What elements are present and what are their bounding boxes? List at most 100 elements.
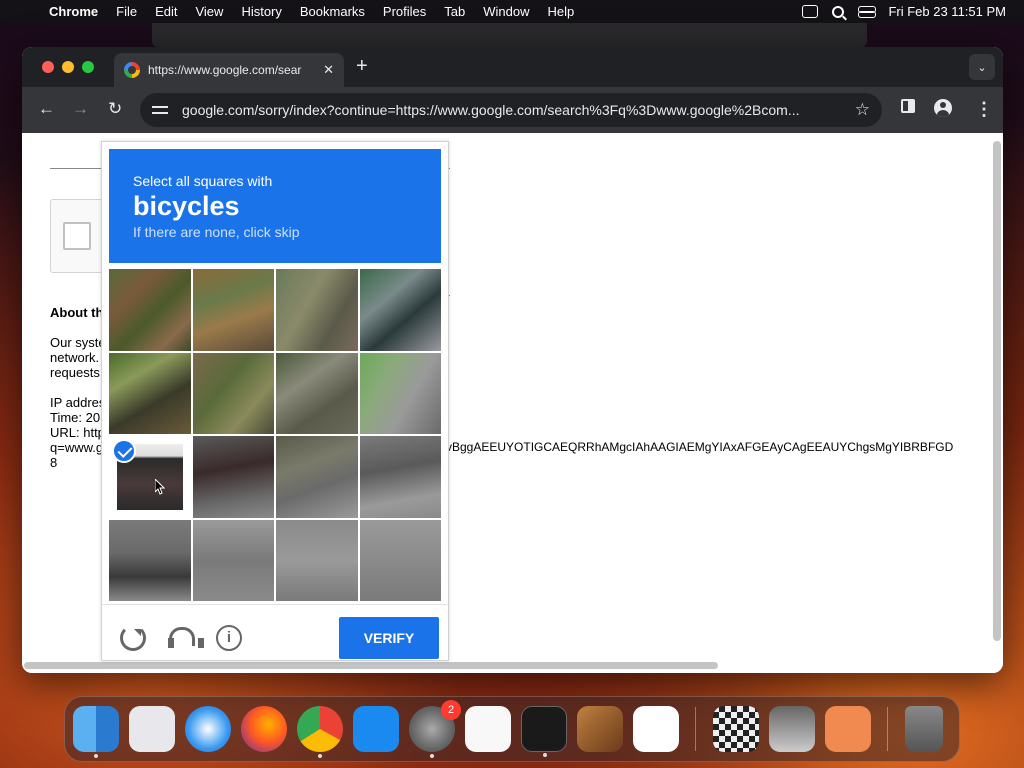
- text-line: Time: 20: [50, 410, 101, 425]
- close-window-button[interactable]: [42, 61, 54, 73]
- text-line: requests: [50, 365, 100, 380]
- text-line: network.: [50, 350, 100, 365]
- captcha-tile[interactable]: [359, 436, 441, 518]
- text-line: Our syste: [50, 335, 106, 350]
- verify-button[interactable]: VERIFY: [339, 617, 439, 659]
- system-settings-icon[interactable]: 2: [409, 700, 461, 758]
- captcha-tile[interactable]: [109, 269, 191, 351]
- chrome-window: https://www.google.com/sear ✕ + ⌄ ← → ↻ …: [22, 47, 1003, 673]
- google-favicon-icon: [124, 62, 140, 78]
- finder-icon[interactable]: [73, 706, 119, 758]
- menu-help[interactable]: Help: [539, 4, 584, 19]
- text-line: 8: [50, 455, 58, 470]
- firefox-icon[interactable]: [241, 706, 287, 752]
- url-host: google.com: [182, 102, 255, 118]
- help-info-icon[interactable]: i: [216, 625, 242, 651]
- notification-badge: 2: [441, 700, 461, 720]
- chrome-icon[interactable]: [297, 706, 343, 758]
- menu-clock[interactable]: Fri Feb 23 11:51 PM: [888, 4, 1006, 19]
- captcha-header: Select all squares with bicycles If ther…: [109, 149, 441, 263]
- menu-file[interactable]: File: [107, 4, 146, 19]
- control-center-icon[interactable]: [858, 5, 877, 18]
- menu-app-name[interactable]: Chrome: [40, 4, 107, 19]
- menu-view[interactable]: View: [186, 4, 232, 19]
- captcha-tile[interactable]: [192, 436, 274, 518]
- captcha-image-grid: [109, 269, 441, 601]
- captcha-tile[interactable]: [359, 352, 441, 434]
- captcha-tile[interactable]: [276, 519, 358, 601]
- dock-separator: [695, 707, 696, 751]
- garageband-icon[interactable]: [577, 706, 623, 752]
- forward-arrow-icon[interactable]: →: [72, 99, 89, 119]
- dock: 2: [64, 696, 960, 762]
- captcha-hint: If there are none, click skip: [133, 224, 300, 240]
- captcha-tile[interactable]: [276, 352, 358, 434]
- image-capture-icon[interactable]: [769, 706, 815, 752]
- captcha-tile[interactable]: [359, 269, 441, 351]
- menu-profiles[interactable]: Profiles: [374, 4, 435, 19]
- recaptcha-checkbox[interactable]: [63, 222, 91, 250]
- captcha-tile[interactable]: [192, 519, 274, 601]
- app-store-icon[interactable]: [353, 706, 399, 752]
- text-line: IP addres: [50, 395, 106, 410]
- safari-icon[interactable]: [185, 706, 231, 752]
- tab-bar: https://www.google.com/sear ✕ + ⌄: [22, 47, 1003, 87]
- url-path: /sorry/index?continue=https://www.google…: [254, 102, 800, 118]
- tab-title: https://www.google.com/sear: [148, 63, 302, 77]
- long-url-text: vBggAEEUYOTIGCAEQRRhAMgcIAhAAGIAEMgYIAxA…: [446, 440, 954, 454]
- screen-mirroring-icon[interactable]: [802, 5, 819, 18]
- page-content: About th Our syste network. requests IP …: [22, 133, 1003, 673]
- tab-close-icon[interactable]: ✕: [323, 62, 334, 78]
- request-info-paragraph: IP addres Time: 20 URL: http q=www.g 8: [50, 395, 105, 470]
- reload-icon[interactable]: ↻: [108, 99, 122, 119]
- browser-toolbar: ← → ↻ google.com/sorry/index?continue=ht…: [22, 87, 1003, 133]
- menu-bookmarks[interactable]: Bookmarks: [291, 4, 374, 19]
- new-tab-icon[interactable]: +: [356, 55, 368, 78]
- spotlight-search-icon[interactable]: [832, 5, 845, 18]
- captcha-tile[interactable]: [192, 269, 274, 351]
- explanation-paragraph: Our syste network. requests: [50, 335, 106, 380]
- bookmark-star-icon[interactable]: ☆: [855, 100, 870, 120]
- launchpad-icon[interactable]: [129, 706, 175, 752]
- profile-icon[interactable]: [934, 99, 952, 117]
- captcha-tile[interactable]: [276, 436, 358, 518]
- vscode-icon[interactable]: [633, 706, 679, 752]
- captcha-tile[interactable]: [109, 352, 191, 434]
- terminal-icon[interactable]: [521, 706, 567, 757]
- audio-challenge-headphones-icon[interactable]: [168, 625, 204, 651]
- about-heading: About th: [50, 305, 104, 320]
- menu-tab[interactable]: Tab: [435, 4, 474, 19]
- captcha-tile[interactable]: [109, 519, 191, 601]
- textedit-icon[interactable]: [465, 706, 511, 752]
- menu-history[interactable]: History: [232, 4, 290, 19]
- captcha-tile[interactable]: [276, 269, 358, 351]
- menu-bar: Chrome File Edit View History Bookmarks …: [0, 0, 1024, 23]
- selected-check-icon: [112, 439, 136, 463]
- chess-icon[interactable]: [713, 706, 759, 752]
- more-menu-icon[interactable]: ⋮: [975, 99, 993, 120]
- url-text[interactable]: google.com/sorry/index?continue=https://…: [182, 102, 847, 118]
- back-arrow-icon[interactable]: ←: [38, 99, 55, 119]
- horizontal-scrollbar[interactable]: [24, 662, 718, 669]
- captcha-challenge-dialog: Select all squares with bicycles If ther…: [101, 141, 449, 661]
- minimize-window-button[interactable]: [62, 61, 74, 73]
- vertical-scrollbar[interactable]: [993, 141, 1001, 641]
- captcha-footer: i VERIFY: [102, 604, 448, 660]
- captcha-tile[interactable]: [359, 519, 441, 601]
- zoom-window-button[interactable]: [82, 61, 94, 73]
- address-bar[interactable]: google.com/sorry/index?continue=https://…: [140, 93, 882, 127]
- captcha-target: bicycles: [133, 191, 240, 221]
- menu-window[interactable]: Window: [474, 4, 538, 19]
- captcha-tile-selected[interactable]: [109, 436, 191, 518]
- text-line: URL: http: [50, 425, 105, 440]
- text-line: q=www.g: [50, 440, 104, 455]
- screen-sharing-icon[interactable]: [825, 706, 871, 752]
- site-info-icon[interactable]: [152, 103, 168, 117]
- trash-icon[interactable]: [905, 706, 943, 752]
- menu-edit[interactable]: Edit: [146, 4, 186, 19]
- side-panel-icon[interactable]: [901, 99, 915, 113]
- captcha-tile[interactable]: [192, 352, 274, 434]
- tab-search-chevron-icon[interactable]: ⌄: [969, 54, 995, 80]
- active-tab[interactable]: https://www.google.com/sear ✕: [114, 53, 344, 87]
- refresh-challenge-icon[interactable]: [120, 625, 146, 651]
